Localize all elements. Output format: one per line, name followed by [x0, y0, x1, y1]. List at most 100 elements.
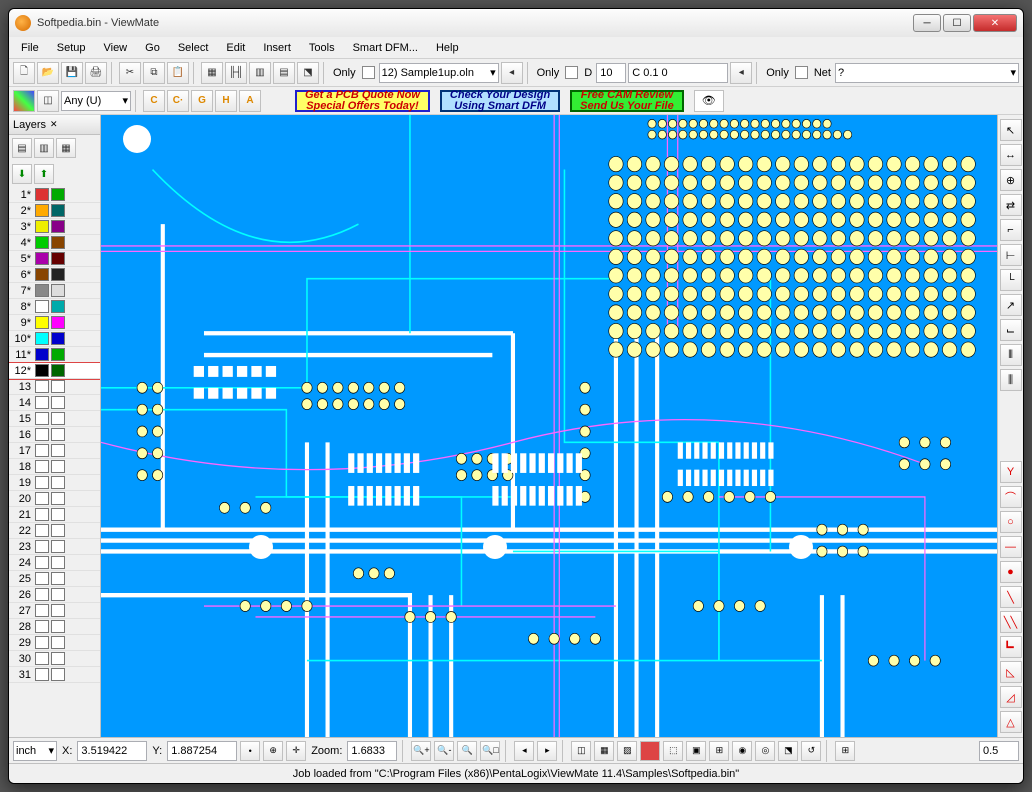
layer-row[interactable]: 1*	[9, 187, 100, 203]
a-mode-button[interactable]: A	[239, 90, 261, 112]
menu-setup[interactable]: Setup	[49, 40, 94, 56]
layer-row[interactable]: 2*	[9, 203, 100, 219]
arrow-tool[interactable]: ↗	[1000, 294, 1022, 316]
shape-y-tool[interactable]: Y	[1000, 461, 1022, 483]
tool-d-button[interactable]: ▤	[273, 62, 295, 84]
layer-row[interactable]: 15	[9, 411, 100, 427]
pan-right-button[interactable]: ▸	[537, 741, 557, 761]
layer-row[interactable]: 27	[9, 603, 100, 619]
st2[interactable]: ▦	[594, 741, 614, 761]
seg-tool[interactable]: ⊢	[1000, 244, 1022, 266]
layer-list[interactable]: 1*2*3*4*5*6*7*8*9*10*11*12*1314151617181…	[9, 187, 100, 737]
shape-circle-tool[interactable]: ○	[1000, 511, 1022, 533]
layer-tool-2[interactable]: ▥	[34, 138, 54, 158]
zoom-in-button[interactable]: 🔍+	[411, 741, 431, 761]
layer-row[interactable]: 31	[9, 667, 100, 683]
layer-row[interactable]: 16	[9, 427, 100, 443]
menu-smart-dfm[interactable]: Smart DFM...	[345, 40, 426, 56]
c-mode-button[interactable]: C	[143, 90, 165, 112]
layer-row[interactable]: 23	[9, 539, 100, 555]
layer-tool-3[interactable]: ▦	[56, 138, 76, 158]
print-button[interactable]: 🖨	[85, 62, 107, 84]
corner-tool[interactable]: ⌐	[1000, 219, 1022, 241]
layer-row[interactable]: 8*	[9, 299, 100, 315]
st11[interactable]: ↺	[801, 741, 821, 761]
title-bar[interactable]: Softpedia.bin - ViewMate ─ ☐ ✕	[9, 9, 1023, 37]
layer-select[interactable]: 12) Sample1up.oln▾	[379, 63, 499, 83]
layer-row[interactable]: 11*	[9, 347, 100, 363]
paste-button[interactable]: 📋	[167, 62, 189, 84]
zoom-out-button[interactable]: 🔍-	[434, 741, 454, 761]
zoom-fit-button[interactable]: 🔍	[457, 741, 477, 761]
cut-button[interactable]: ✂	[119, 62, 141, 84]
save-button[interactable]: 💾	[61, 62, 83, 84]
st7[interactable]: ⊞	[709, 741, 729, 761]
st9[interactable]: ◎	[755, 741, 775, 761]
ad-smart-dfm[interactable]: Check Your DesignUsing Smart DFM	[440, 90, 560, 112]
maximize-button[interactable]: ☐	[943, 14, 971, 32]
shape-tri-tool[interactable]: ◿	[1000, 686, 1022, 708]
close-icon[interactable]: ✕	[50, 119, 58, 130]
st10[interactable]: ⬔	[778, 741, 798, 761]
btn-dot[interactable]: •	[240, 741, 260, 761]
layer-row[interactable]: 26	[9, 587, 100, 603]
layer-row[interactable]: 18	[9, 459, 100, 475]
layer-row[interactable]: 14	[9, 395, 100, 411]
eye-icon[interactable]: 👁	[694, 90, 724, 112]
st4[interactable]	[640, 741, 660, 761]
group-tool[interactable]: ⫼	[1000, 369, 1022, 391]
tool-c-button[interactable]: ▥	[249, 62, 271, 84]
d-input[interactable]: 10	[596, 63, 626, 83]
y-input[interactable]: 1.887254	[167, 741, 237, 761]
swap-tool[interactable]: ⇄	[1000, 194, 1022, 216]
shape-arc-tool[interactable]: ⌒	[1000, 486, 1022, 508]
layer-row[interactable]: 22	[9, 523, 100, 539]
layer-row[interactable]: 12*	[9, 363, 100, 379]
menu-view[interactable]: View	[95, 40, 135, 56]
shape-dot-tool[interactable]: ●	[1000, 561, 1022, 583]
tool-a-button[interactable]: ▦	[201, 62, 223, 84]
half-input[interactable]: 0.5	[979, 741, 1019, 761]
zoom-input[interactable]: 1.6833	[347, 741, 397, 761]
ad-pcb-quote[interactable]: Get a PCB Quote NowSpecial Offers Today!	[295, 90, 430, 112]
shape-cut-tool[interactable]: ◺	[1000, 661, 1022, 683]
new-button[interactable]: 🗋	[13, 62, 35, 84]
copy-button[interactable]: ⧉	[143, 62, 165, 84]
ortho-tool[interactable]: └	[1000, 269, 1022, 291]
menu-help[interactable]: Help	[428, 40, 467, 56]
layer-row[interactable]: 30	[9, 651, 100, 667]
close-button[interactable]: ✕	[973, 14, 1017, 32]
layer-row[interactable]: 29	[9, 635, 100, 651]
menu-file[interactable]: File	[13, 40, 47, 56]
cursor-tool[interactable]: ↖	[1000, 119, 1022, 141]
st5[interactable]: ⬚	[663, 741, 683, 761]
net-select[interactable]: ?▾	[835, 63, 1019, 83]
only1-checkbox[interactable]	[362, 66, 375, 79]
shape-poly-tool[interactable]: ╲╲	[1000, 611, 1022, 633]
menu-tools[interactable]: Tools	[301, 40, 343, 56]
pcb-canvas[interactable]	[101, 115, 997, 737]
layer-row[interactable]: 3*	[9, 219, 100, 235]
h-mode-button[interactable]: H	[215, 90, 237, 112]
c-input[interactable]: C 0.1 0	[628, 63, 728, 83]
shape-line-tool[interactable]: —	[1000, 536, 1022, 558]
layer-row[interactable]: 25	[9, 571, 100, 587]
grid-button[interactable]: ⊞	[835, 741, 855, 761]
center-tool[interactable]: ⊕	[1000, 169, 1022, 191]
st8[interactable]: ◉	[732, 741, 752, 761]
layer-row[interactable]: 20	[9, 491, 100, 507]
btn-target[interactable]: ⊕	[263, 741, 283, 761]
d-prev-button[interactable]: ◂	[730, 62, 752, 84]
shape-seg-tool[interactable]: ╲	[1000, 586, 1022, 608]
g-mode-button[interactable]: G	[191, 90, 213, 112]
layer-row[interactable]: 6*	[9, 267, 100, 283]
layer-row[interactable]: 7*	[9, 283, 100, 299]
layer-down-button[interactable]: ⬇	[12, 164, 32, 184]
layer-row[interactable]: 19	[9, 475, 100, 491]
st3[interactable]: ▨	[617, 741, 637, 761]
tool-e-button[interactable]: ⬔	[297, 62, 319, 84]
x-input[interactable]: 3.519422	[77, 741, 147, 761]
layers-header[interactable]: Layers✕	[9, 115, 100, 135]
tool-1-button[interactable]: ◫	[37, 90, 59, 112]
menu-insert[interactable]: Insert	[255, 40, 299, 56]
